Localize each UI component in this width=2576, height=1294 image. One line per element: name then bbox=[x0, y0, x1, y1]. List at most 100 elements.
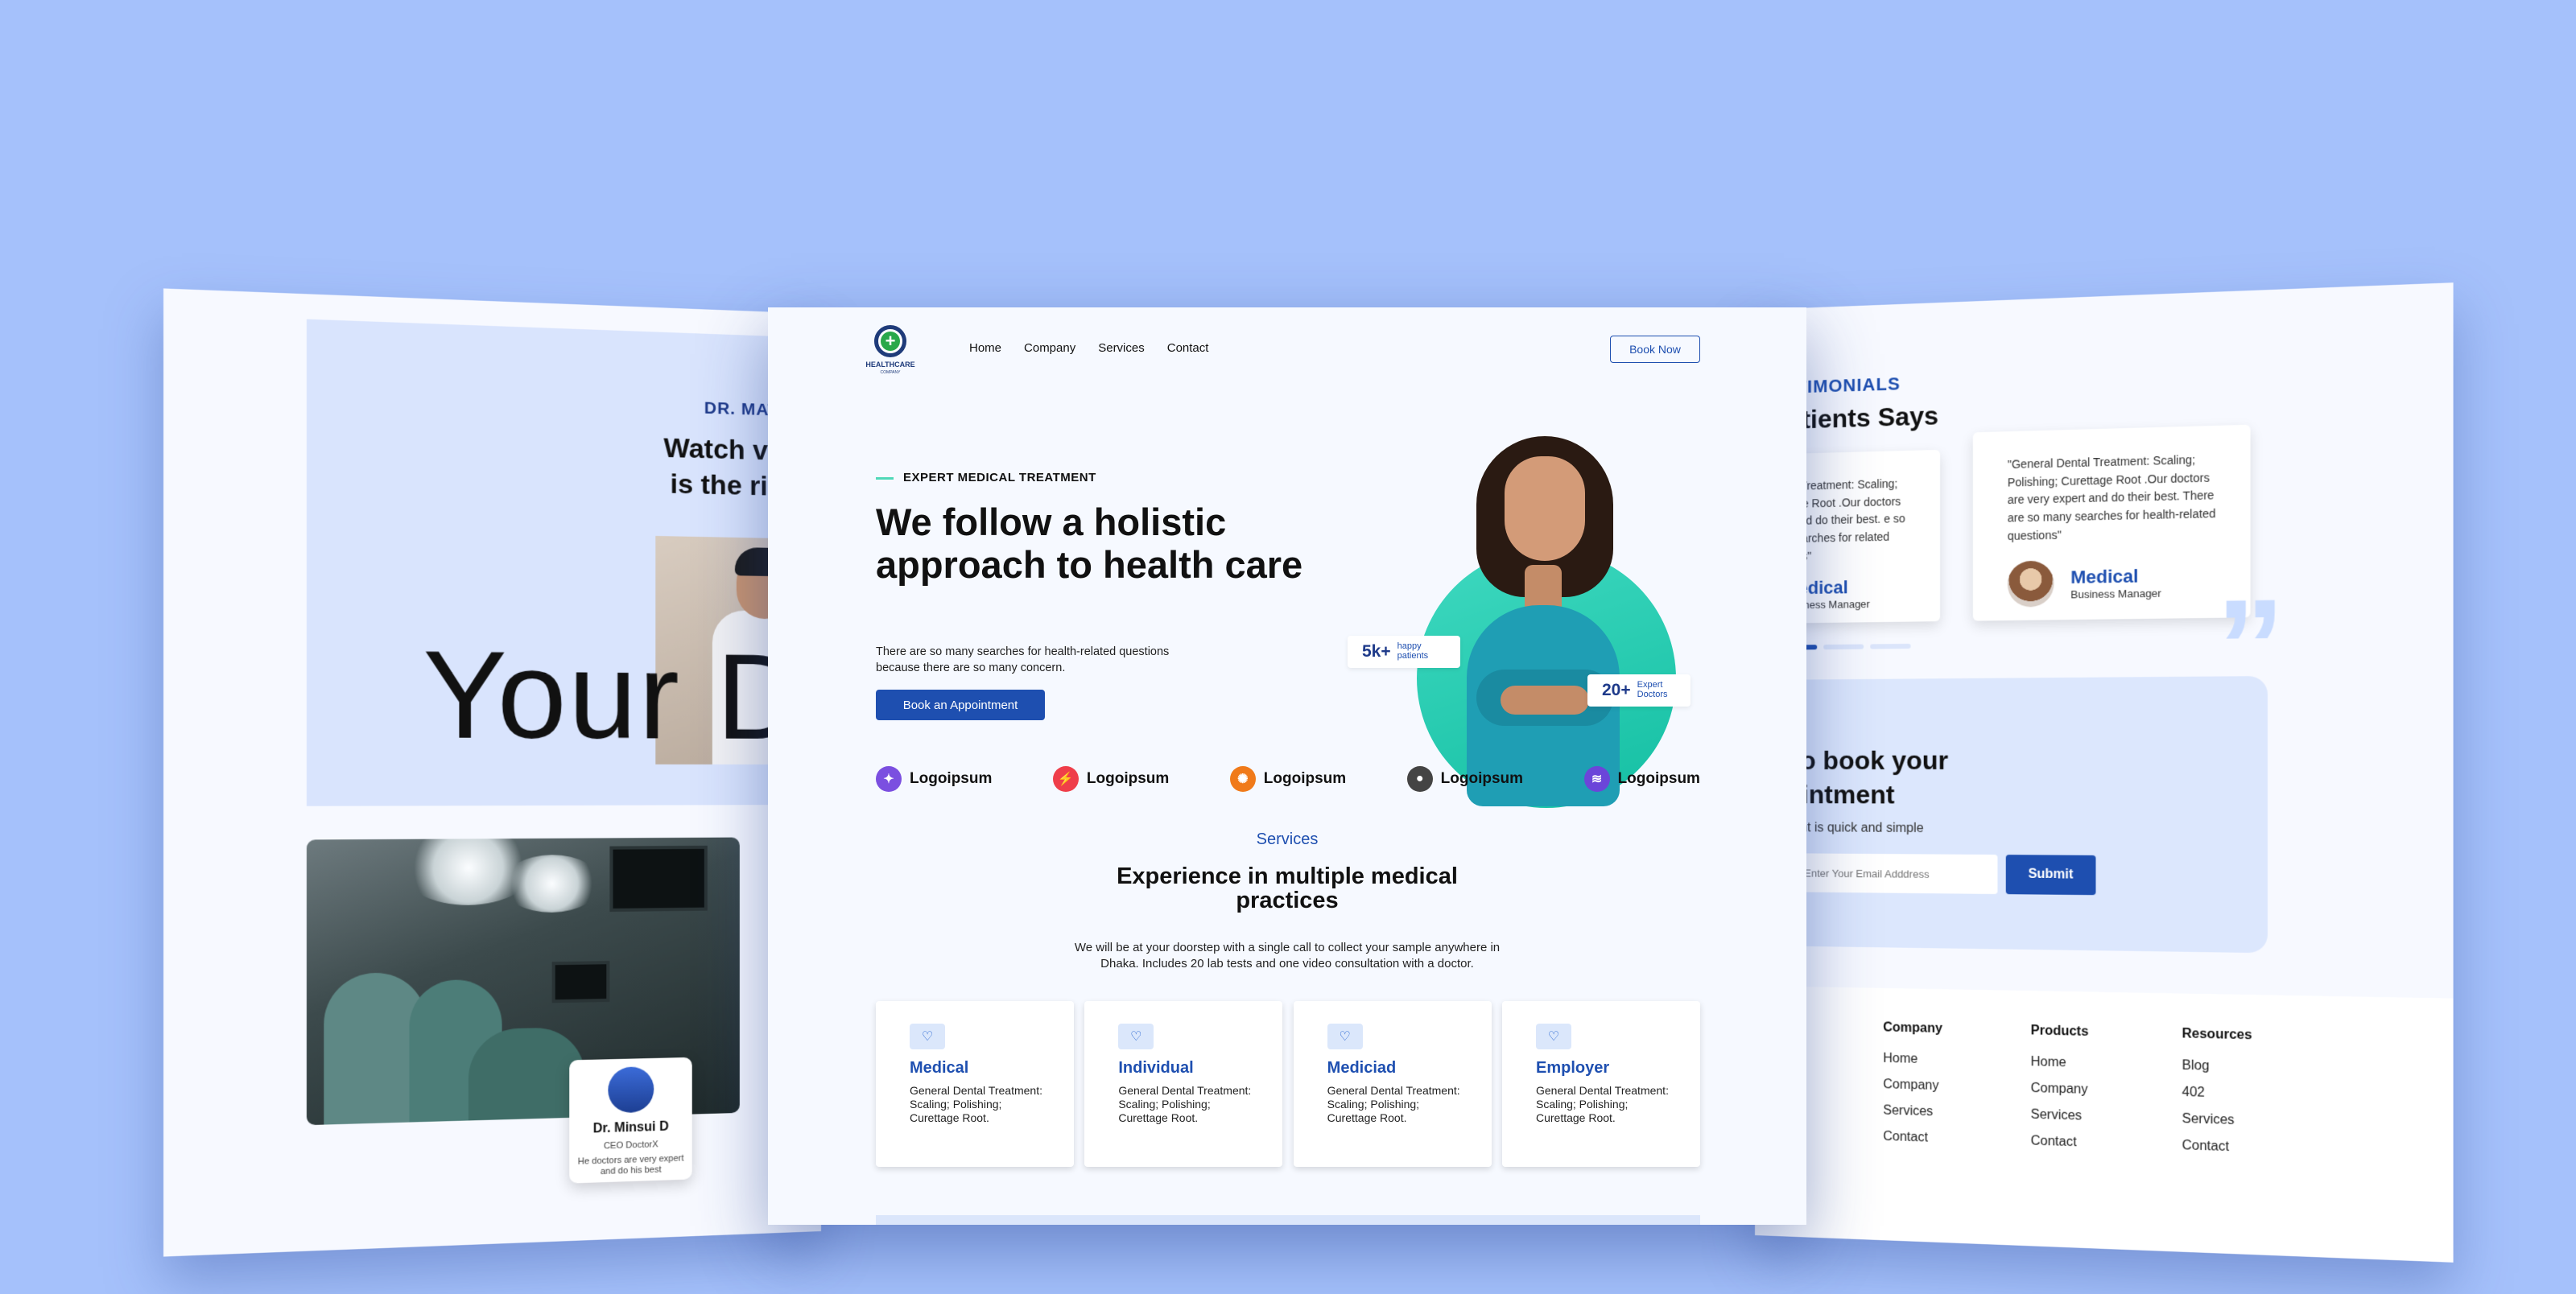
footer-link[interactable]: 402 bbox=[2182, 1085, 2252, 1102]
carousel-dot[interactable] bbox=[1823, 644, 1864, 650]
service-name: Individual bbox=[1118, 1059, 1194, 1077]
surgeon-figure-3 bbox=[468, 1027, 585, 1126]
testimonial-name: Medical bbox=[2070, 565, 2139, 587]
service-desc: General Dental Treatment: Scaling; Polis… bbox=[910, 1084, 1042, 1124]
nav-contact[interactable]: Contact bbox=[1167, 341, 1209, 355]
footer-link[interactable]: Home bbox=[2031, 1055, 2089, 1071]
partner-logo[interactable]: ● Logoipsum bbox=[1406, 766, 1524, 792]
next-section-strip bbox=[876, 1215, 1700, 1225]
service-desc: General Dental Treatment: Scaling; Polis… bbox=[1327, 1084, 1460, 1124]
footer-link[interactable]: Services bbox=[2031, 1107, 2089, 1123]
partner-logo[interactable]: ⚡ Logoipsum bbox=[1052, 766, 1170, 792]
footer-link[interactable]: Blog bbox=[2182, 1058, 2252, 1075]
service-desc: General Dental Treatment: Scaling; Polis… bbox=[1118, 1084, 1252, 1124]
email-field[interactable] bbox=[1786, 853, 1998, 895]
logo-tagline: COMPANY bbox=[880, 370, 901, 375]
footer: Company Home Company Services Contact Pr… bbox=[1755, 986, 2454, 1263]
appointment-panel: ch to book your ppointment pointment is … bbox=[1755, 676, 2268, 954]
logo-icon: ✦ bbox=[876, 766, 902, 792]
logo-icon: ● bbox=[1406, 766, 1433, 792]
service-card-medical[interactable]: ♡ Medical General Dental Treatment: Scal… bbox=[876, 1001, 1074, 1167]
doctor-name: Dr. Minsui D bbox=[592, 1119, 669, 1136]
service-card-employer[interactable]: ♡ Employer General Dental Treatment: Sca… bbox=[1501, 1001, 1700, 1167]
services-subtitle-line-2: Dhaka. Includes 20 lab tests and one vid… bbox=[1100, 956, 1474, 970]
stat-label: happy patients bbox=[1397, 642, 1429, 661]
submit-button[interactable]: Submit bbox=[2005, 855, 2096, 896]
video-overlay-text: Your D bbox=[423, 624, 805, 764]
service-card-mediciad[interactable]: ♡ Mediciad General Dental Treatment: Sca… bbox=[1293, 1001, 1492, 1167]
partner-logo[interactable]: ✦ Logoipsum bbox=[876, 766, 992, 792]
book-appointment-button[interactable]: Book an Appointment bbox=[876, 690, 1045, 720]
footer-column-products: Products Home Company Services Contact bbox=[2031, 1024, 2089, 1162]
book-now-button[interactable]: Book Now bbox=[1610, 336, 1700, 363]
footer-link[interactable]: Contact bbox=[2031, 1134, 2089, 1151]
services-subtitle: We will be at your doorstep with a singl… bbox=[768, 940, 1806, 971]
service-cards: ♡ Medical General Dental Treatment: Scal… bbox=[876, 1001, 1700, 1167]
stat-happy-patients: 5k+ happy patients bbox=[1348, 636, 1460, 668]
carousel-dot[interactable] bbox=[1870, 643, 1911, 649]
testimonial-quote: "General Dental Treatment: Scaling; Poli… bbox=[2007, 452, 2216, 542]
stat-label-line: Expert bbox=[1637, 680, 1663, 690]
footer-link[interactable]: Contact bbox=[2182, 1139, 2252, 1156]
main-nav: Home Company Services Contact bbox=[969, 341, 1208, 355]
testimonial-role: Business Manager bbox=[2070, 587, 2161, 601]
heart-shield-icon: ♡ bbox=[1118, 1024, 1154, 1049]
services-title-line-2: practices bbox=[1236, 888, 1339, 914]
nav-services[interactable]: Services bbox=[1098, 341, 1145, 355]
avatar bbox=[608, 1066, 654, 1114]
heart-shield-icon: ♡ bbox=[1327, 1024, 1363, 1049]
services-title: Experience in multiple medical practices bbox=[768, 864, 1806, 913]
nav-home[interactable]: Home bbox=[969, 341, 1001, 355]
stat-label: Expert Doctors bbox=[1637, 681, 1668, 699]
footer-link[interactable]: Company bbox=[2031, 1082, 2089, 1098]
medical-cross-icon: + bbox=[881, 332, 900, 351]
services-tag: Services bbox=[1256, 830, 1319, 848]
stat-number: 5k+ bbox=[1362, 642, 1391, 661]
footer-link[interactable]: Home bbox=[1883, 1052, 1942, 1068]
footer-column-company: Company Home Company Services Contact bbox=[1883, 1020, 1942, 1157]
heart-shield-icon: ♡ bbox=[910, 1024, 945, 1049]
footer-column-resources: Resources Blog 402 Services Contact bbox=[2182, 1027, 2252, 1168]
services-title-line-1: Experience in multiple medical bbox=[1117, 863, 1458, 889]
footer-link[interactable]: Contact bbox=[1883, 1130, 1942, 1146]
footer-link[interactable]: Services bbox=[2182, 1112, 2252, 1129]
nav-company[interactable]: Company bbox=[1024, 341, 1075, 355]
surgery-lamp-2 bbox=[502, 854, 602, 913]
logo-label: Logoipsum bbox=[910, 770, 993, 787]
left-preview-page: DR. MATHEW Watch video t is the right d … bbox=[163, 288, 822, 1257]
hero-subtitle: There are so many searches for health-re… bbox=[876, 645, 1170, 675]
logo-icon: ≋ bbox=[1583, 766, 1610, 792]
footer-link[interactable]: Services bbox=[1883, 1103, 1942, 1119]
right-preview-page: ESTIMONIALS Patients Says l Dental Treat… bbox=[1755, 282, 2454, 1263]
main-landing-page: + HEALTHCARE COMPANY Home Company Servic… bbox=[768, 307, 1806, 1225]
stat-label-line: patients bbox=[1397, 651, 1429, 661]
partner-logo[interactable]: ✺ Logoipsum bbox=[1229, 766, 1347, 792]
service-name: Medical bbox=[910, 1059, 969, 1077]
footer-heading: Company bbox=[1883, 1020, 1942, 1036]
service-name: Mediciad bbox=[1327, 1059, 1397, 1077]
doctor-role: CEO DoctorX bbox=[603, 1139, 658, 1152]
doctor-desc: He doctors are very expert and do his be… bbox=[577, 1153, 684, 1177]
hero-title: We follow a holistic approach to health … bbox=[876, 501, 1303, 587]
service-name: Employer bbox=[1535, 1059, 1610, 1077]
right-page-surface: ESTIMONIALS Patients Says l Dental Treat… bbox=[1755, 282, 2454, 1263]
doctor-face-shape bbox=[1505, 456, 1585, 561]
logo-label: Logoipsum bbox=[1440, 770, 1524, 787]
logo-icon: ✺ bbox=[1229, 766, 1256, 792]
eyebrow-text: EXPERT MEDICAL TREATMENT bbox=[903, 471, 1096, 484]
monitor-screen-2 bbox=[551, 961, 610, 1003]
brand-logo[interactable]: + HEALTHCARE COMPANY bbox=[857, 325, 923, 381]
logo-label: Logoipsum bbox=[1263, 770, 1347, 787]
logo-icon: ⚡ bbox=[1052, 766, 1079, 792]
logo-label: Logoipsum bbox=[1086, 770, 1170, 787]
partner-logo[interactable]: ≋ Logoipsum bbox=[1583, 766, 1700, 792]
logo-name: HEALTHCARE bbox=[865, 361, 915, 369]
left-page-surface: DR. MATHEW Watch video t is the right d … bbox=[163, 288, 822, 1257]
heart-shield-icon: ♡ bbox=[1535, 1024, 1571, 1049]
stat-label-line: Doctors bbox=[1637, 690, 1668, 699]
stat-number: 20+ bbox=[1602, 681, 1631, 699]
doctor-hands-shape bbox=[1501, 686, 1589, 715]
logo-label: Logoipsum bbox=[1617, 770, 1700, 787]
service-card-individual[interactable]: ♡ Individual General Dental Treatment: S… bbox=[1084, 1001, 1283, 1167]
footer-link[interactable]: Company bbox=[1883, 1078, 1942, 1094]
